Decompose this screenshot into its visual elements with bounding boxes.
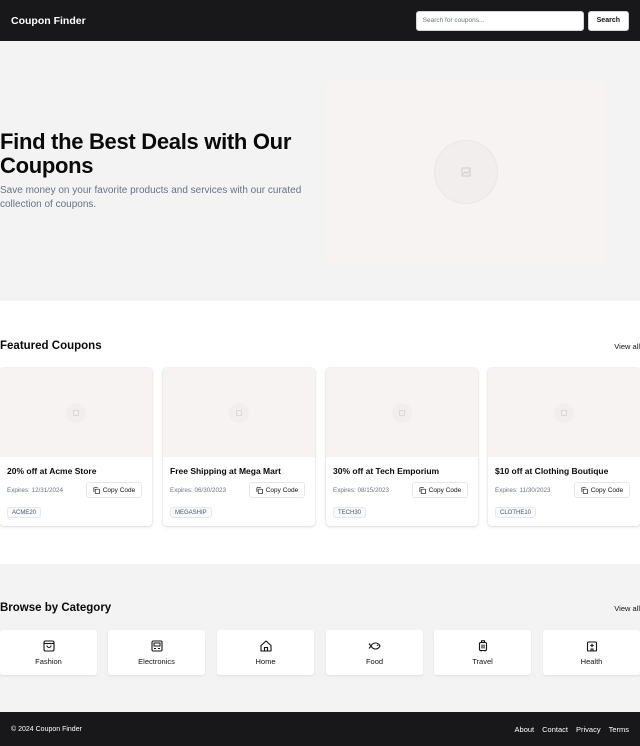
hero-section: Find the Best Deals with Our Coupons Sav… (0, 41, 640, 301)
category-header: Browse by Category View all (0, 601, 640, 615)
image-placeholder-icon (229, 402, 249, 423)
category-label: Fashion (35, 657, 62, 666)
copy-code-label: Copy Code (265, 486, 299, 494)
category-label: Travel (472, 657, 493, 666)
category-home[interactable]: Home (217, 630, 314, 675)
footer-link-terms[interactable]: Terms (609, 725, 629, 734)
coupon-image (326, 368, 478, 457)
copy-icon (419, 486, 426, 494)
brand-logo[interactable]: Coupon Finder (11, 15, 86, 27)
coupon-title: Free Shipping at Mega Mart (170, 466, 281, 476)
coupon-image (163, 368, 315, 457)
coupon-card[interactable]: Free Shipping at Mega Mart Expires: 06/3… (163, 368, 315, 526)
category-view-all-link[interactable]: View all (614, 604, 640, 613)
coupon-card[interactable]: $10 off at Clothing Boutique Expires: 11… (488, 368, 640, 526)
hospital-icon (586, 641, 597, 652)
search-bar: Search (415, 10, 629, 31)
search-button[interactable]: Search (587, 10, 629, 31)
hero-image (326, 81, 605, 263)
copy-code-label: Copy Code (428, 486, 462, 494)
image-placeholder-icon (433, 140, 498, 204)
copy-icon (93, 486, 100, 494)
category-title: Browse by Category (0, 602, 112, 614)
image-placeholder-icon (554, 402, 574, 423)
footer: © 2024 Coupon Finder About Contact Priva… (0, 712, 640, 746)
coupon-expiry: Expires: 06/30/2023 (170, 487, 227, 494)
hero-title: Find the Best Deals with Our Coupons (0, 129, 292, 178)
coupon-code-badge: TECH30 (333, 507, 367, 518)
image-placeholder-icon (66, 402, 86, 423)
category-label: Electronics (138, 657, 175, 666)
copy-code-button[interactable]: Copy Code (574, 482, 630, 498)
image-placeholder-icon (392, 402, 412, 423)
shopping-bag-icon (42, 640, 55, 652)
footer-link-privacy[interactable]: Privacy (576, 725, 601, 734)
coupon-expiry: Expires: 08/15/2023 (333, 487, 390, 494)
footer-link-about[interactable]: About (515, 725, 535, 734)
featured-view-all-link[interactable]: View all (614, 342, 640, 351)
copy-code-label: Copy Code (590, 486, 624, 494)
category-electronics[interactable]: Electronics (108, 630, 205, 675)
search-input[interactable] (415, 10, 584, 31)
coupon-title: 30% off at Tech Emporium (333, 466, 440, 476)
top-nav: Coupon Finder Search (0, 0, 640, 41)
hero-subtitle: Save money on your favorite products and… (0, 185, 302, 210)
category-travel[interactable]: Travel (434, 630, 531, 675)
copy-icon (256, 486, 263, 494)
coupon-title: 20% off at Acme Store (7, 466, 97, 476)
coupon-title: $10 off at Clothing Boutique (495, 466, 609, 476)
appliance-icon (150, 640, 163, 652)
footer-link-contact[interactable]: Contact (542, 725, 568, 734)
category-health[interactable]: Health (543, 630, 640, 675)
copy-code-button[interactable]: Copy Code (86, 482, 142, 498)
coupon-list: 20% off at Acme Store Expires: 12/31/202… (0, 368, 640, 526)
home-icon (259, 640, 272, 652)
coupon-expiry: Expires: 12/31/2024 (7, 487, 64, 494)
coupon-code-badge: CLOTHE10 (495, 507, 537, 518)
category-fashion[interactable]: Fashion (0, 630, 97, 675)
coupon-image (0, 368, 152, 457)
coupon-image (488, 368, 640, 457)
copy-icon (581, 486, 588, 494)
category-label: Home (255, 657, 276, 666)
category-label: Health (580, 657, 603, 666)
category-list: Fashion Electronics Home Food Travel Hea… (0, 630, 640, 675)
category-label: Food (365, 657, 384, 666)
coupon-expiry: Expires: 11/30/2023 (495, 487, 551, 494)
copy-code-button[interactable]: Copy Code (412, 482, 468, 498)
category-food[interactable]: Food (326, 630, 423, 675)
coupon-code-badge: ACME20 (7, 507, 42, 518)
featured-title: Featured Coupons (0, 340, 102, 352)
luggage-icon (478, 640, 487, 652)
fish-icon (368, 642, 381, 650)
copy-code-label: Copy Code (102, 486, 136, 494)
coupon-card[interactable]: 30% off at Tech Emporium Expires: 08/15/… (326, 368, 478, 526)
copy-code-button[interactable]: Copy Code (249, 482, 305, 498)
coupon-code-badge: MEGASHIP (170, 507, 212, 518)
coupon-card[interactable]: 20% off at Acme Store Expires: 12/31/202… (0, 368, 152, 526)
featured-header: Featured Coupons View all (0, 339, 640, 353)
footer-links: About Contact Privacy Terms (515, 725, 629, 734)
copyright-text: © 2024 Coupon Finder (11, 725, 82, 733)
